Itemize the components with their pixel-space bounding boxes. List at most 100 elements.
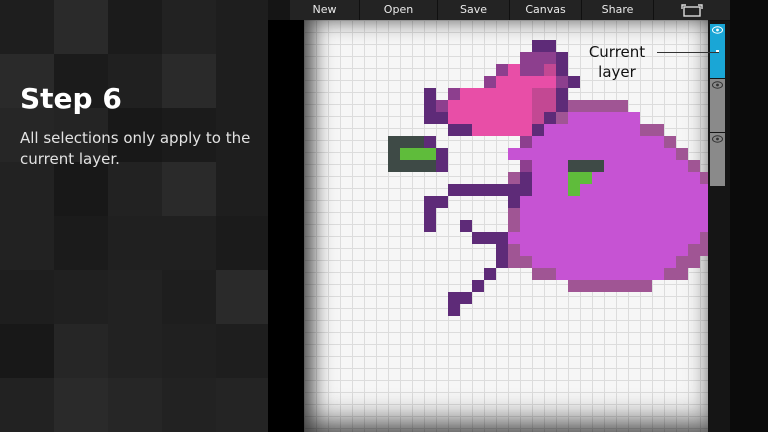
canvas-button[interactable]: Canvas <box>510 0 582 20</box>
background-tile <box>108 270 162 324</box>
background-tile <box>216 216 268 270</box>
pixel <box>676 220 688 232</box>
save-button[interactable]: Save <box>438 0 510 20</box>
pixel <box>544 76 556 88</box>
pixel <box>568 160 580 172</box>
pixel <box>472 124 484 136</box>
eye-icon[interactable] <box>712 135 723 143</box>
pixel <box>688 160 700 172</box>
pixel <box>436 148 448 160</box>
pixel <box>616 268 628 280</box>
pixel <box>568 124 580 136</box>
pixel <box>520 100 532 112</box>
pixel <box>532 124 544 136</box>
eye-icon[interactable] <box>712 81 723 89</box>
pixel <box>628 124 640 136</box>
pixel <box>592 232 604 244</box>
layer-1-current[interactable] <box>710 24 725 78</box>
pixel <box>520 208 532 220</box>
pixel <box>532 76 544 88</box>
background-tile <box>216 324 268 378</box>
pixel <box>448 292 460 304</box>
pixel <box>628 244 640 256</box>
step-title: Step 6 <box>20 82 122 115</box>
pixel <box>496 100 508 112</box>
pixel <box>580 256 592 268</box>
pixel <box>592 268 604 280</box>
pixel <box>484 268 496 280</box>
pixel <box>532 160 544 172</box>
pixel <box>688 220 700 232</box>
pixel <box>604 208 616 220</box>
pixel <box>592 220 604 232</box>
pixel <box>472 232 484 244</box>
pixel <box>460 100 472 112</box>
pixel <box>580 136 592 148</box>
pixel <box>520 172 532 184</box>
layer-3[interactable] <box>710 133 725 186</box>
pixel <box>484 112 496 124</box>
pixel <box>496 112 508 124</box>
pixel <box>520 112 532 124</box>
share-button[interactable]: Share <box>582 0 654 20</box>
pixel <box>388 160 400 172</box>
layer-2[interactable] <box>710 79 725 132</box>
pixel <box>616 136 628 148</box>
pixel <box>448 112 460 124</box>
pixel <box>616 124 628 136</box>
pixel <box>424 208 436 220</box>
pixel <box>640 232 652 244</box>
pixel <box>664 220 676 232</box>
background-tile <box>162 324 216 378</box>
background-tile <box>54 270 108 324</box>
pixel <box>568 244 580 256</box>
pixel <box>508 196 520 208</box>
pixel <box>568 268 580 280</box>
pixel <box>664 172 676 184</box>
background-tile <box>0 216 54 270</box>
pixel <box>544 196 556 208</box>
pixel <box>628 148 640 160</box>
pixel <box>520 196 532 208</box>
pixel <box>532 112 544 124</box>
pixel <box>592 124 604 136</box>
pixel <box>604 232 616 244</box>
eye-icon[interactable] <box>712 26 723 34</box>
pixel <box>688 208 700 220</box>
pixel <box>604 124 616 136</box>
pixel <box>616 172 628 184</box>
pixel <box>616 100 628 112</box>
background-tile <box>54 378 108 432</box>
pixel <box>472 280 484 292</box>
pixel <box>676 256 688 268</box>
pixel <box>556 172 568 184</box>
new-button[interactable]: New <box>290 0 360 20</box>
pixel <box>520 160 532 172</box>
pixel <box>652 184 664 196</box>
pixel <box>592 184 604 196</box>
pixel <box>532 232 544 244</box>
pixel <box>508 172 520 184</box>
pixel <box>424 100 436 112</box>
pixel <box>532 268 544 280</box>
open-button[interactable]: Open <box>360 0 438 20</box>
background-tile <box>162 270 216 324</box>
pixel <box>652 232 664 244</box>
pixel <box>544 64 556 76</box>
pixel <box>616 208 628 220</box>
pixel <box>592 244 604 256</box>
pixel <box>592 196 604 208</box>
pixel <box>412 136 424 148</box>
pixel <box>688 196 700 208</box>
pixel <box>580 172 592 184</box>
background-tile <box>162 0 216 54</box>
pixel <box>652 196 664 208</box>
pixel <box>484 124 496 136</box>
pixel <box>664 208 676 220</box>
pixel <box>532 148 544 160</box>
pixel <box>628 232 640 244</box>
fullscreen-toggle-button[interactable] <box>654 0 730 20</box>
pixel <box>628 172 640 184</box>
pixel <box>640 148 652 160</box>
pixel <box>508 208 520 220</box>
